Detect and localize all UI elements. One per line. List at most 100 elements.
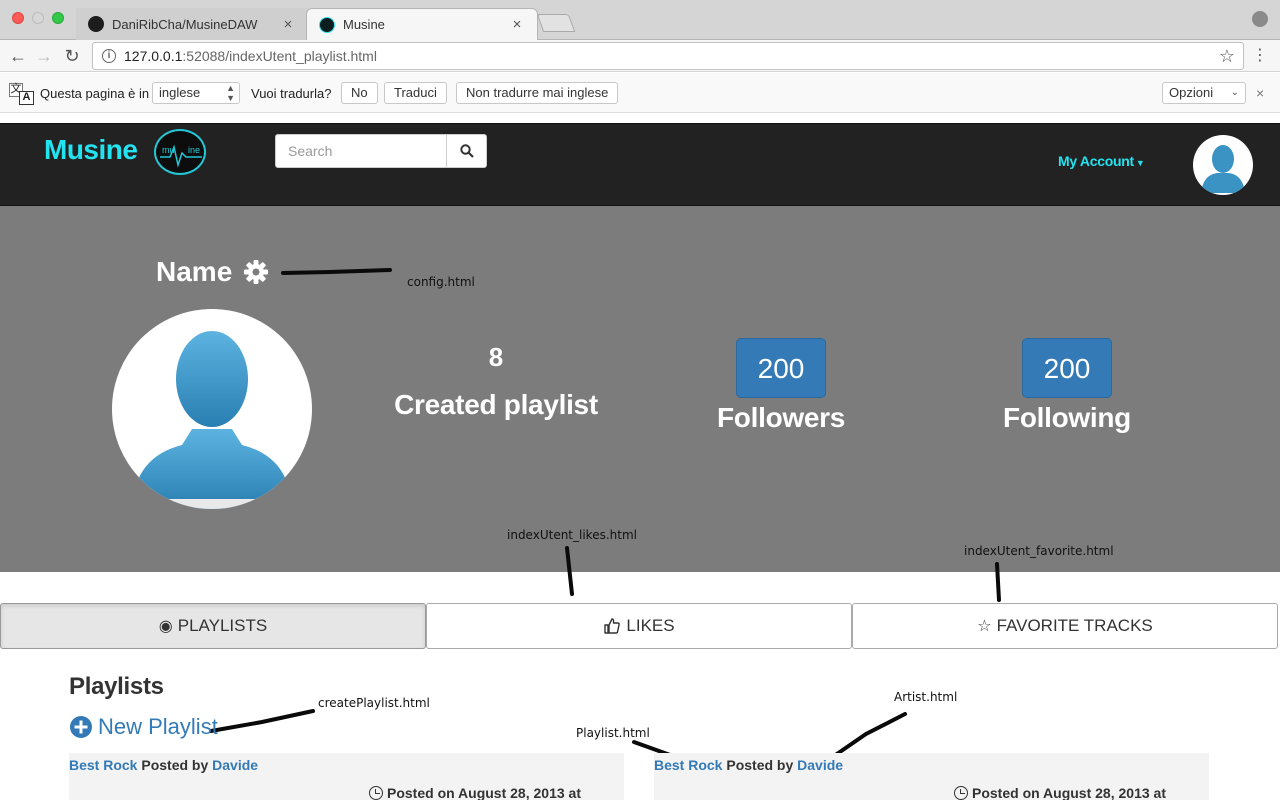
browser-tab-strip: DaniRibCha/MusineDAW × Musine × xyxy=(0,0,1280,40)
new-playlist-label: New Playlist xyxy=(98,714,218,739)
site-navbar: Musine mu ine My Account▼ xyxy=(0,123,1280,206)
followers-badge[interactable]: 200 xyxy=(736,338,826,398)
window-close-button[interactable] xyxy=(12,12,24,24)
posted-by-text: Posted by xyxy=(141,757,209,773)
playlist-card: Best Rock Posted by Davide Posted on Aug… xyxy=(654,753,1209,800)
created-count: 8 xyxy=(488,342,504,372)
translate-button[interactable]: Traduci xyxy=(384,82,447,104)
clock-icon xyxy=(954,786,968,800)
posted-on-text: Posted on August 28, 2013 at xyxy=(972,785,1166,800)
forward-arrow-icon[interactable]: → xyxy=(32,44,56,68)
stat-followers[interactable]: 200 Followers xyxy=(700,338,862,434)
posted-on: Posted on August 28, 2013 at xyxy=(954,785,1166,800)
musine-favicon-icon xyxy=(319,16,335,33)
profile-header: Name 8 Created playlist 200 Followers 20… xyxy=(0,206,1280,572)
brand-logo-text[interactable]: Musine xyxy=(44,134,138,166)
tab-title: DaniRibCha/MusineDAW xyxy=(112,16,258,32)
search-form xyxy=(275,134,487,168)
translate-bar: 文A Questa pagina è in inglese ▲ ▼ Vuoi tr… xyxy=(0,73,1280,113)
tab-playlists-label: PLAYLISTS xyxy=(177,616,268,635)
never-translate-button[interactable]: Non tradurre mai inglese xyxy=(456,82,619,104)
translate-icon: 文A xyxy=(9,83,35,105)
playlist-link[interactable]: Best Rock xyxy=(69,757,137,773)
posted-on-text: Posted on August 28, 2013 at xyxy=(387,785,581,800)
disc-icon: ◉ xyxy=(158,618,173,635)
translate-question: Vuoi tradurla? xyxy=(251,86,332,101)
annotation-config: config.html xyxy=(407,275,475,289)
browser-toolbar: ← → ↻ i 127.0.0.1:52088/indexUtent_playl… xyxy=(0,40,1280,72)
tab-favorites-label: FAVORITE TRACKS xyxy=(996,616,1153,635)
musine-logo-icon[interactable]: mu ine xyxy=(154,129,206,175)
tab-favorite-tracks[interactable]: ☆ FAVORITE TRACKS xyxy=(852,603,1278,649)
url-host: 127.0.0.1 xyxy=(124,48,183,64)
clock-icon xyxy=(369,786,383,800)
language-select[interactable]: inglese ▲ ▼ xyxy=(152,82,240,104)
reload-icon[interactable]: ↻ xyxy=(60,44,84,68)
thumbs-up-icon xyxy=(604,618,621,634)
back-arrow-icon[interactable]: ← xyxy=(6,44,30,68)
options-select[interactable]: Opzioni ⌄ xyxy=(1162,82,1246,104)
following-badge[interactable]: 200 xyxy=(1022,338,1112,398)
close-translate-icon[interactable]: × xyxy=(1256,85,1264,101)
browser-tab-musine[interactable]: Musine × xyxy=(306,8,538,40)
annotation-likes: indexUtent_likes.html xyxy=(507,528,637,542)
new-tab-button[interactable] xyxy=(536,14,576,32)
translate-prompt: Questa pagina è in xyxy=(40,86,150,101)
profile-tabs: ◉ PLAYLISTS LIKES ☆ FAVORITE TRACKS xyxy=(0,603,1280,649)
gear-icon[interactable] xyxy=(242,258,270,286)
browser-profile-icon[interactable] xyxy=(1252,11,1268,27)
search-button[interactable] xyxy=(446,135,486,167)
playlist-card-header: Best Rock Posted by Davide xyxy=(69,757,258,773)
following-label: Following xyxy=(1003,402,1131,433)
profile-name: Name xyxy=(156,256,270,288)
tab-close-icon[interactable]: × xyxy=(280,16,296,33)
screen: DaniRibCha/MusineDAW × Musine × ← → ↻ i … xyxy=(0,0,1280,800)
playlist-link[interactable]: Best Rock xyxy=(654,757,722,773)
search-icon xyxy=(459,144,474,158)
playlists-heading: Playlists xyxy=(69,673,164,700)
options-label: Opzioni xyxy=(1169,85,1214,100)
browser-tab-github[interactable]: DaniRibCha/MusineDAW × xyxy=(76,8,308,40)
annotation-artist: Artist.html xyxy=(894,690,958,704)
tab-close-icon[interactable]: × xyxy=(509,16,525,33)
playlist-card: Best Rock Posted by Davide Posted on Aug… xyxy=(69,753,624,800)
github-icon xyxy=(88,16,104,32)
browser-menu-icon[interactable]: ⋮ xyxy=(1252,46,1268,66)
profile-name-text: Name xyxy=(156,256,233,287)
annotation-favorite: indexUtent_favorite.html xyxy=(964,544,1114,558)
posted-by-text: Posted by xyxy=(726,757,794,773)
language-select-value: inglese xyxy=(159,85,201,100)
star-icon: ☆ xyxy=(977,618,992,635)
tab-title: Musine xyxy=(343,17,385,32)
profile-avatar xyxy=(112,309,312,509)
info-icon[interactable]: i xyxy=(102,49,116,63)
select-arrows-icon: ▲ ▼ xyxy=(226,83,235,103)
posted-on: Posted on August 28, 2013 at xyxy=(369,785,581,800)
my-account-dropdown[interactable]: My Account ▼ xyxy=(1058,153,1145,169)
new-playlist-link[interactable]: New Playlist xyxy=(69,714,218,740)
author-link[interactable]: Davide xyxy=(212,757,258,773)
window-zoom-button[interactable] xyxy=(52,12,64,24)
tab-playlists[interactable]: ◉ PLAYLISTS xyxy=(0,603,426,649)
url-path: :52088/indexUtent_playlist.html xyxy=(182,48,377,64)
window-minimize-button[interactable] xyxy=(32,12,44,24)
created-label: Created playlist xyxy=(394,389,598,420)
playlist-card-header: Best Rock Posted by Davide xyxy=(654,757,843,773)
author-link[interactable]: Davide xyxy=(797,757,843,773)
tab-likes-label: LIKES xyxy=(626,616,675,635)
followers-label: Followers xyxy=(717,402,845,433)
no-button[interactable]: No xyxy=(341,82,378,104)
chevron-down-icon: ⌄ xyxy=(1230,87,1239,98)
stat-created-playlists: 8 Created playlist xyxy=(380,342,612,421)
svg-text:ine: ine xyxy=(188,145,200,155)
address-bar[interactable]: i 127.0.0.1:52088/indexUtent_playlist.ht… xyxy=(92,42,1244,70)
search-input[interactable] xyxy=(276,135,448,167)
annotation-playlist: Playlist.html xyxy=(576,726,650,740)
my-account-label: My Account xyxy=(1058,153,1134,169)
stat-following[interactable]: 200 Following xyxy=(986,338,1148,434)
avatar[interactable] xyxy=(1193,135,1253,195)
tab-likes[interactable]: LIKES xyxy=(426,603,852,649)
caret-down-icon: ▼ xyxy=(1135,158,1145,168)
bookmark-star-icon[interactable]: ☆ xyxy=(1219,46,1235,67)
plus-circle-icon xyxy=(70,716,92,738)
